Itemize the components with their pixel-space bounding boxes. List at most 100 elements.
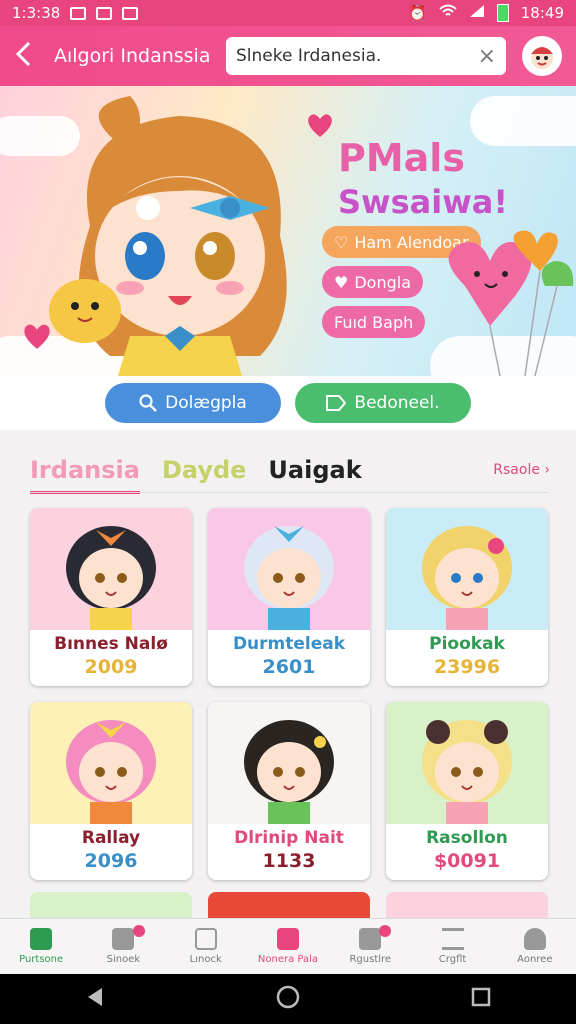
card-number: 1133 bbox=[262, 850, 316, 872]
character-card[interactable]: Piookak 23996 bbox=[386, 508, 548, 686]
nav-label: Crgflt bbox=[438, 954, 467, 965]
back-arrow-icon bbox=[15, 41, 31, 66]
nav-item-puzzle[interactable]: Lınock bbox=[165, 919, 247, 974]
page-title: Aılgori Indanssia bbox=[54, 45, 211, 67]
card-name: Rasollon bbox=[426, 828, 508, 848]
character-art bbox=[208, 508, 370, 630]
character-art bbox=[208, 702, 370, 824]
nav-label: Rgustlre bbox=[349, 954, 392, 965]
heart-balloons-illustration bbox=[448, 230, 574, 376]
action-label: Bedoneel. bbox=[354, 393, 440, 413]
character-card-partial[interactable] bbox=[30, 892, 192, 918]
tag-icon bbox=[326, 395, 347, 411]
see-more-link[interactable]: Rsaole › bbox=[493, 462, 550, 478]
search-bar[interactable]: × bbox=[226, 37, 506, 75]
system-recents-button[interactable] bbox=[470, 986, 492, 1012]
card-number: 2096 bbox=[84, 850, 138, 872]
clear-search-button[interactable]: × bbox=[478, 44, 496, 69]
search-icon bbox=[139, 394, 158, 412]
nav-item-profile[interactable]: Aonree bbox=[494, 919, 576, 974]
tab-dayde[interactable]: Dayde bbox=[162, 456, 246, 484]
promo-button-fund[interactable]: Fuıd Baph bbox=[322, 306, 426, 338]
status-time-right: 18:49 bbox=[520, 4, 564, 22]
promo-button-label: Dongla bbox=[354, 272, 411, 292]
promo-title-line2: Swsaiwa! bbox=[338, 183, 508, 221]
circle-home-icon bbox=[276, 985, 300, 1009]
bottom-navigation: Purtsone Sinoek Lınock Nonera Pala Rgust… bbox=[0, 918, 576, 974]
character-card[interactable]: Rallay 2096 bbox=[30, 702, 192, 880]
character-card[interactable]: Rasollon $0091 bbox=[386, 702, 548, 880]
square-recents-icon bbox=[471, 987, 490, 1007]
promo-title: PMals Swsaiwa! bbox=[338, 136, 508, 224]
status-time-left: 1:3:38 bbox=[12, 4, 61, 22]
home-icon bbox=[30, 928, 53, 950]
tabs-divider bbox=[30, 492, 548, 493]
music-notification-icon bbox=[96, 6, 113, 20]
image-notification-icon bbox=[70, 6, 87, 20]
nav-item-shop[interactable]: Nonera Pala bbox=[247, 919, 329, 974]
battery-icon bbox=[496, 4, 509, 22]
card-name: Durmteleak bbox=[232, 634, 346, 654]
menu-icon bbox=[441, 928, 464, 950]
tab-irdansia[interactable]: Irdansia bbox=[30, 456, 140, 494]
nav-label: Aonree bbox=[517, 954, 553, 965]
nav-item-news[interactable]: Sinoek bbox=[82, 919, 164, 974]
character-card[interactable]: Bınnes Nalø 2009 bbox=[30, 508, 192, 686]
mascot-icon bbox=[531, 47, 553, 69]
character-card[interactable]: Dlrinip Nait 1133 bbox=[208, 702, 370, 880]
card-name: Bınnes Nalø bbox=[54, 634, 168, 654]
avatar[interactable] bbox=[522, 36, 562, 76]
calendar-notification-icon bbox=[122, 6, 139, 20]
card-name: Rallay bbox=[81, 828, 141, 848]
alarm-icon: ⏰ bbox=[408, 4, 427, 22]
profile-icon bbox=[523, 928, 546, 950]
heart-decoration-icon bbox=[24, 324, 50, 349]
nav-label: Purtsone bbox=[19, 954, 64, 965]
tab-uaigak[interactable]: Uaigak bbox=[268, 456, 361, 484]
promo-banner[interactable]: PMals Swsaiwa! ♡ Ham Alendoar ♥ Dongla F… bbox=[0, 86, 576, 376]
nav-item-gift[interactable]: Rgustlre bbox=[329, 919, 411, 974]
card-number: 23996 bbox=[433, 656, 501, 678]
search-input[interactable] bbox=[236, 46, 478, 66]
heart-icon: ♥ bbox=[334, 272, 349, 292]
heart-decoration-icon bbox=[308, 114, 332, 137]
nav-item-home[interactable]: Purtsone bbox=[0, 919, 82, 974]
character-art bbox=[30, 508, 192, 630]
chibi-girl-illustration bbox=[49, 96, 287, 376]
character-art bbox=[386, 702, 548, 824]
action-label: Dolægpla bbox=[165, 393, 247, 413]
nav-item-menu[interactable]: Crgflt bbox=[411, 919, 493, 974]
character-card[interactable]: Durmteleak 2601 bbox=[208, 508, 370, 686]
system-home-button[interactable] bbox=[275, 984, 301, 1014]
tag-action-button[interactable]: Bedoneel. bbox=[295, 383, 471, 423]
character-card-partial[interactable] bbox=[386, 892, 548, 918]
back-button[interactable] bbox=[14, 41, 54, 72]
search-action-button[interactable]: Dolægpla bbox=[105, 383, 281, 423]
nav-label: Sinoek bbox=[106, 954, 141, 965]
app-bar: Aılgori Indanssia × bbox=[0, 26, 576, 86]
card-number: $0091 bbox=[433, 850, 501, 872]
triangle-back-icon bbox=[88, 988, 103, 1006]
card-number: 2009 bbox=[84, 656, 138, 678]
heart-icon: ♡ bbox=[334, 232, 349, 252]
notification-badge bbox=[132, 925, 145, 937]
shop-icon bbox=[276, 928, 299, 950]
card-name: Piookak bbox=[429, 634, 505, 654]
character-card-partial[interactable] bbox=[208, 892, 370, 918]
category-tabs: Irdansia Dayde Uaigak Rsaole › bbox=[30, 450, 550, 494]
card-number: 2601 bbox=[262, 656, 316, 678]
puzzle-icon bbox=[194, 928, 217, 950]
action-bar: Dolægpla Bedoneel. bbox=[0, 376, 576, 430]
gift-icon bbox=[359, 928, 382, 950]
promo-title-line1: PMals bbox=[338, 136, 465, 180]
nav-label: Lınock bbox=[189, 954, 222, 965]
promo-button-label: Fuıd Baph bbox=[334, 312, 414, 332]
status-bar: 1:3:38 ⏰ 18:49 bbox=[0, 0, 576, 26]
wifi-icon bbox=[439, 4, 457, 22]
character-art bbox=[386, 508, 548, 630]
news-icon bbox=[112, 928, 135, 950]
system-back-button[interactable] bbox=[84, 986, 106, 1012]
promo-button-dongla[interactable]: ♥ Dongla bbox=[322, 266, 423, 298]
notification-badge bbox=[379, 925, 392, 937]
card-name: Dlrinip Nait bbox=[234, 828, 344, 848]
